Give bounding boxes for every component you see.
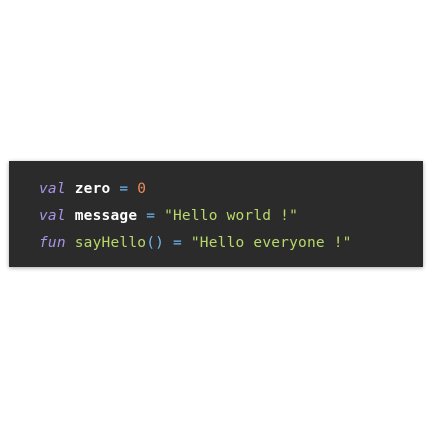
identifier-message: message	[74, 208, 138, 224]
keyword-val: val	[39, 181, 66, 197]
string-literal: "Hello everyone !"	[190, 235, 352, 251]
assign-operator: =	[173, 235, 182, 251]
number-literal: 0	[137, 181, 147, 197]
keyword-fun: fun	[39, 235, 66, 251]
code-line-sayhello: fun sayHello() = "Hello everyone !"	[39, 230, 423, 257]
code-line-zero: val zero = 0	[39, 176, 423, 203]
assign-operator: =	[146, 208, 156, 224]
page: val zero = 0 val message = "Hello world …	[0, 0, 432, 432]
identifier-zero: zero	[74, 181, 111, 197]
assign-operator: =	[119, 181, 129, 197]
string-literal: "Hello world !"	[164, 208, 299, 224]
code-editor-panel[interactable]: val zero = 0 val message = "Hello world …	[9, 161, 423, 267]
function-parens: ()	[146, 235, 165, 251]
function-name-sayhello: sayHello	[74, 235, 147, 251]
keyword-val: val	[39, 208, 66, 224]
code-line-message: val message = "Hello world !"	[39, 203, 423, 230]
